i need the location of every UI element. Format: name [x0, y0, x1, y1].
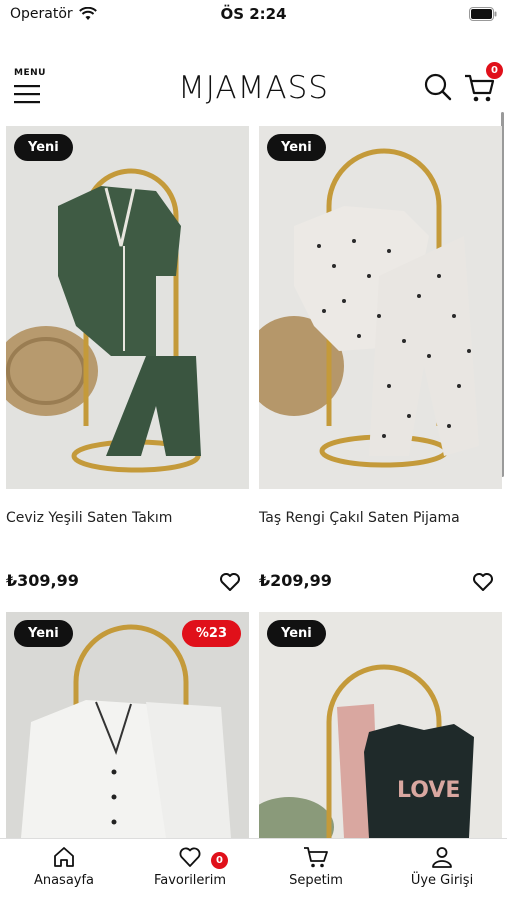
product-photo-leopard-satin-set: [259, 126, 502, 489]
tab-login[interactable]: Üye Girişi: [379, 845, 505, 888]
product-name[interactable]: Taş Rengi Çakıl Saten Pijama: [259, 510, 460, 526]
tab-cart-label: Sepetim: [289, 873, 343, 888]
battery-icon: [469, 7, 497, 21]
tab-favorites[interactable]: 0 Favorilerim: [127, 845, 253, 888]
cart-icon: [304, 847, 328, 868]
new-badge: Yeni: [267, 620, 326, 647]
product-image[interactable]: LOVE Yeni: [259, 612, 502, 838]
product-image[interactable]: Yeni %23: [6, 612, 249, 838]
product-price: ₺209,99: [259, 571, 332, 590]
new-badge: Yeni: [14, 620, 73, 647]
bottom-tab-bar: Anasayfa 0 Favorilerim Sepetim Üye Giriş…: [0, 838, 507, 901]
status-bar: Operatör ÖS 2:24: [0, 0, 507, 28]
tab-cart[interactable]: Sepetim: [253, 845, 379, 888]
favorite-heart-icon[interactable]: [472, 572, 494, 592]
product-price: ₺309,99: [6, 571, 79, 590]
favorites-count-badge: 0: [211, 852, 228, 869]
app-header: MENU MJAMASS 0: [0, 60, 507, 120]
heart-icon: [179, 847, 201, 867]
cart-button[interactable]: 0: [462, 62, 503, 108]
new-badge: Yeni: [14, 134, 73, 161]
product-photo-green-satin-set: [6, 126, 249, 489]
favorite-heart-icon[interactable]: [219, 572, 241, 592]
tab-home[interactable]: Anasayfa: [1, 845, 127, 888]
search-icon[interactable]: [424, 72, 452, 102]
product-image[interactable]: Yeni: [259, 126, 502, 489]
user-icon: [432, 847, 452, 868]
home-icon: [54, 847, 74, 867]
tab-home-label: Anasayfa: [33, 873, 95, 888]
new-badge: Yeni: [267, 134, 326, 161]
tab-login-label: Üye Girişi: [410, 873, 474, 888]
product-image[interactable]: Yeni: [6, 126, 249, 489]
product-name[interactable]: Ceviz Yeşili Saten Takım: [6, 510, 172, 526]
cart-count-badge: 0: [486, 62, 503, 79]
clock: ÖS 2:24: [220, 5, 287, 23]
svg-text:LOVE: LOVE: [397, 778, 460, 803]
discount-badge: %23: [181, 620, 241, 647]
tab-favorites-label: Favorilerim: [153, 873, 227, 888]
